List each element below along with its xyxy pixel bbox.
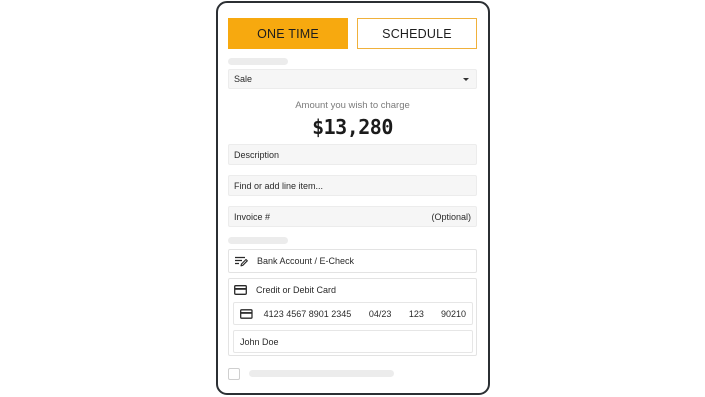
transaction-type-select[interactable]: Sale [228, 69, 477, 89]
amount-value[interactable]: $13,280 [228, 115, 477, 139]
card-details-field[interactable]: 4123 4567 8901 2345 04/23 123 90210 [233, 302, 473, 325]
card-zip-input[interactable]: 90210 [441, 309, 466, 319]
amount-label: Amount you wish to charge [295, 100, 410, 111]
edit-document-icon [235, 256, 248, 266]
card-cvv-input[interactable]: 123 [409, 309, 441, 319]
credit-card-label: Credit or Debit Card [256, 285, 337, 295]
invoice-label: Invoice # [234, 211, 271, 222]
cardholder-name-input[interactable]: John Doe [240, 337, 279, 347]
bank-account-option[interactable]: Bank Account / E-Check [228, 249, 477, 273]
checkbox[interactable] [228, 368, 240, 380]
placeholder-bar [228, 237, 288, 244]
chevron-down-icon [463, 77, 469, 81]
placeholder-bar [228, 58, 288, 65]
line-item-placeholder: Find or add line item... [234, 180, 324, 191]
cardholder-name-field[interactable]: John Doe [233, 330, 473, 353]
invoice-number-field[interactable]: Invoice # (Optional) [228, 206, 477, 227]
invoice-optional-hint: (Optional) [431, 211, 471, 222]
placeholder-bar [249, 370, 394, 377]
credit-card-icon [240, 308, 253, 319]
tab-one-time[interactable]: ONE TIME [228, 18, 348, 49]
card-expiry-input[interactable]: 04/23 [369, 309, 409, 319]
description-field[interactable]: Description [228, 144, 477, 165]
credit-card-icon [234, 285, 247, 295]
transaction-type-value: Sale [234, 74, 253, 84]
description-placeholder: Description [234, 149, 280, 160]
bank-account-label: Bank Account / E-Check [257, 256, 355, 266]
credit-card-option[interactable]: Credit or Debit Card 4123 4567 8901 2345… [228, 278, 477, 356]
payment-panel: ONE TIME SCHEDULE Sale Amount you wish t… [216, 1, 490, 395]
line-item-search-field[interactable]: Find or add line item... [228, 175, 477, 196]
card-number-input[interactable]: 4123 4567 8901 2345 [264, 309, 369, 319]
tab-schedule[interactable]: SCHEDULE [357, 18, 477, 49]
